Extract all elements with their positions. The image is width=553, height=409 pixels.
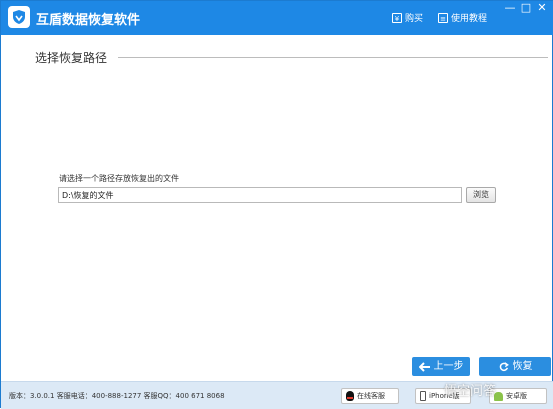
- android-version-button[interactable]: 安卓版: [489, 388, 547, 404]
- iphone-version-button[interactable]: iPhone版: [415, 388, 471, 404]
- restore-button[interactable]: 恢复: [479, 357, 551, 376]
- section-divider: [118, 57, 548, 58]
- tutorial-link[interactable]: ≡ 使用教程: [438, 11, 487, 24]
- phone-icon: [420, 391, 426, 401]
- minimize-button[interactable]: —: [502, 1, 518, 17]
- android-icon: [494, 391, 503, 401]
- app-window: 互盾数据恢复软件 ¥ 购买 ≡ 使用教程 — □ ✕ 选择恢复路径 请选择一个路…: [0, 0, 553, 409]
- restore-icon: [499, 361, 509, 371]
- footer-info: 版本：3.0.0.1 客服电话：400-888-1277 客服QQ：400 67…: [9, 392, 225, 400]
- yen-icon: ¥: [392, 12, 402, 23]
- maximize-button[interactable]: □: [518, 1, 534, 17]
- path-label: 请选择一个路径存放恢复出的文件: [59, 174, 179, 183]
- document-icon: ≡: [438, 12, 448, 23]
- browse-button[interactable]: 浏览: [466, 187, 496, 203]
- online-support-button[interactable]: 在线客服: [341, 388, 399, 404]
- title-bar: 互盾数据恢复软件 ¥ 购买 ≡ 使用教程 — □ ✕: [1, 1, 553, 35]
- close-button[interactable]: ✕: [534, 1, 550, 17]
- tutorial-label: 使用教程: [451, 14, 488, 24]
- window-controls: — □ ✕: [502, 1, 550, 17]
- app-title: 互盾数据恢复软件: [36, 13, 141, 28]
- prev-step-label: 上一步: [433, 361, 464, 372]
- android-version-label: 安卓版: [506, 392, 527, 400]
- restore-path-input[interactable]: [58, 187, 462, 203]
- iphone-version-label: iPhone版: [429, 392, 460, 400]
- qq-icon: [346, 391, 354, 401]
- footer-bar: 版本：3.0.0.1 客服电话：400-888-1277 客服QQ：400 67…: [1, 381, 553, 409]
- buy-label: 购买: [405, 14, 424, 24]
- arrow-left-icon: [418, 361, 430, 372]
- restore-label: 恢复: [512, 361, 533, 372]
- section-title: 选择恢复路径: [35, 51, 108, 65]
- app-logo-icon: [8, 6, 30, 28]
- online-support-label: 在线客服: [357, 392, 385, 400]
- prev-step-button[interactable]: 上一步: [412, 357, 470, 376]
- buy-link[interactable]: ¥ 购买: [392, 11, 423, 24]
- section-header: 选择恢复路径: [35, 49, 107, 66]
